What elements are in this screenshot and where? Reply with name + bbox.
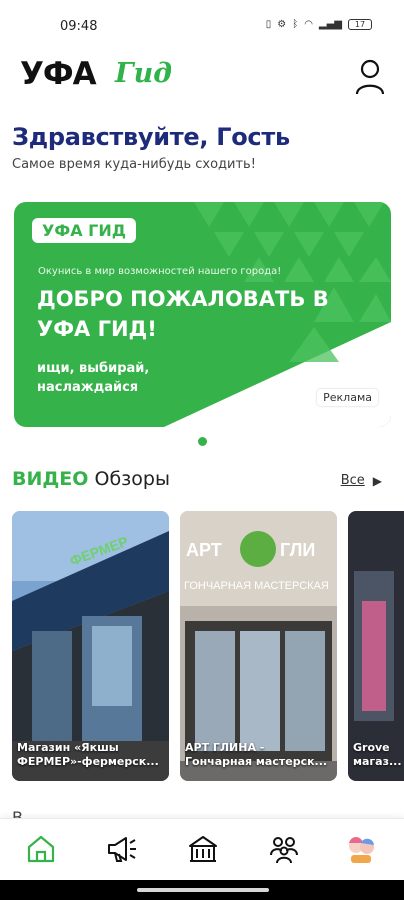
video-caption: Магазин «Якшы ФЕРМЕР»-фермерск... xyxy=(17,741,159,768)
settings-icon: ⚙ xyxy=(277,19,287,30)
profile-button[interactable] xyxy=(354,58,386,96)
nav-community[interactable] xyxy=(268,833,300,865)
video-card[interactable]: ФЕРМЕР Магазин «Якшы ФЕРМЕР»-фермерск... xyxy=(12,511,169,781)
user-icon xyxy=(355,59,385,95)
greeting-subtitle: Самое время куда-нибудь сходить! xyxy=(12,157,256,172)
svg-text:АРТ: АРТ xyxy=(186,540,222,560)
people-icon xyxy=(270,837,298,864)
greeting-title: Здравствуйте, Гость xyxy=(12,123,290,151)
video-card[interactable]: АРТ ГЛИ ГОНЧАРНАЯ МАСТЕРСКАЯ АРТ ГЛИНА -… xyxy=(180,511,337,781)
nav-kids[interactable] xyxy=(345,833,377,865)
logo-sub: Гид xyxy=(115,58,173,89)
status-bar: 09:48 ▯ ⚙ ᛒ ◠ ▂▄▆ 17 xyxy=(0,0,404,40)
nav-home[interactable] xyxy=(25,833,57,865)
promo-banner[interactable]: УФА ГИД Окунись в мир возможностей нашег… xyxy=(14,202,391,427)
svg-text:ГОНЧАРНАЯ МАСТЕРСКАЯ: ГОНЧАРНАЯ МАСТЕРСКАЯ xyxy=(184,580,329,592)
see-all-link[interactable]: Все ▶ xyxy=(341,473,382,488)
video-card[interactable]: Grove магаз... xyxy=(348,511,404,781)
bluetooth-icon: ᛒ xyxy=(292,19,299,30)
app-logo: УФА Гид xyxy=(20,54,173,96)
ad-label[interactable]: Реклама xyxy=(317,389,378,406)
video-section-accent: ВИДЕО xyxy=(12,468,89,490)
home-icon xyxy=(27,835,55,863)
video-caption: АРТ ГЛИНА - Гончарная мастерск... xyxy=(185,741,328,768)
banner-title: ДОБРО ПОЖАЛОВАТЬ В УФА ГИД! xyxy=(37,287,329,341)
logo-main: УФА xyxy=(20,56,97,92)
megaphone-icon xyxy=(108,837,136,862)
video-section-rest: Обзоры xyxy=(94,468,170,490)
building-icon xyxy=(189,836,217,862)
carousel-indicator xyxy=(198,437,207,446)
banner-badge: УФА ГИД xyxy=(32,218,136,243)
bottom-nav xyxy=(0,818,404,880)
kids-icon xyxy=(349,837,374,863)
nav-places[interactable] xyxy=(187,833,219,865)
banner-motto: ищи, выбирай, наслаждайся xyxy=(37,361,150,395)
svg-text:ГЛИ: ГЛИ xyxy=(280,540,315,560)
battery-icon: 17 xyxy=(348,19,372,30)
see-all-label: Все xyxy=(340,473,365,488)
signal-icon: ▂▄▆ xyxy=(318,19,342,30)
vibrate-icon: ▯ xyxy=(265,19,272,30)
wifi-icon: ◠ xyxy=(304,19,313,30)
nav-announcements[interactable] xyxy=(106,833,138,865)
status-icons: ▯ ⚙ ᛒ ◠ ▂▄▆ 17 xyxy=(266,19,372,30)
gesture-handle[interactable] xyxy=(137,888,269,892)
system-gesture-bar xyxy=(0,880,404,900)
status-time: 09:48 xyxy=(60,19,98,34)
video-section-title: ВИДЕО Обзоры xyxy=(12,468,170,490)
chevron-right-icon: ▶ xyxy=(372,473,382,488)
banner-small-text: Окунись в мир возможностей нашего города… xyxy=(38,266,282,277)
video-caption: Grove магаз... xyxy=(353,741,402,768)
